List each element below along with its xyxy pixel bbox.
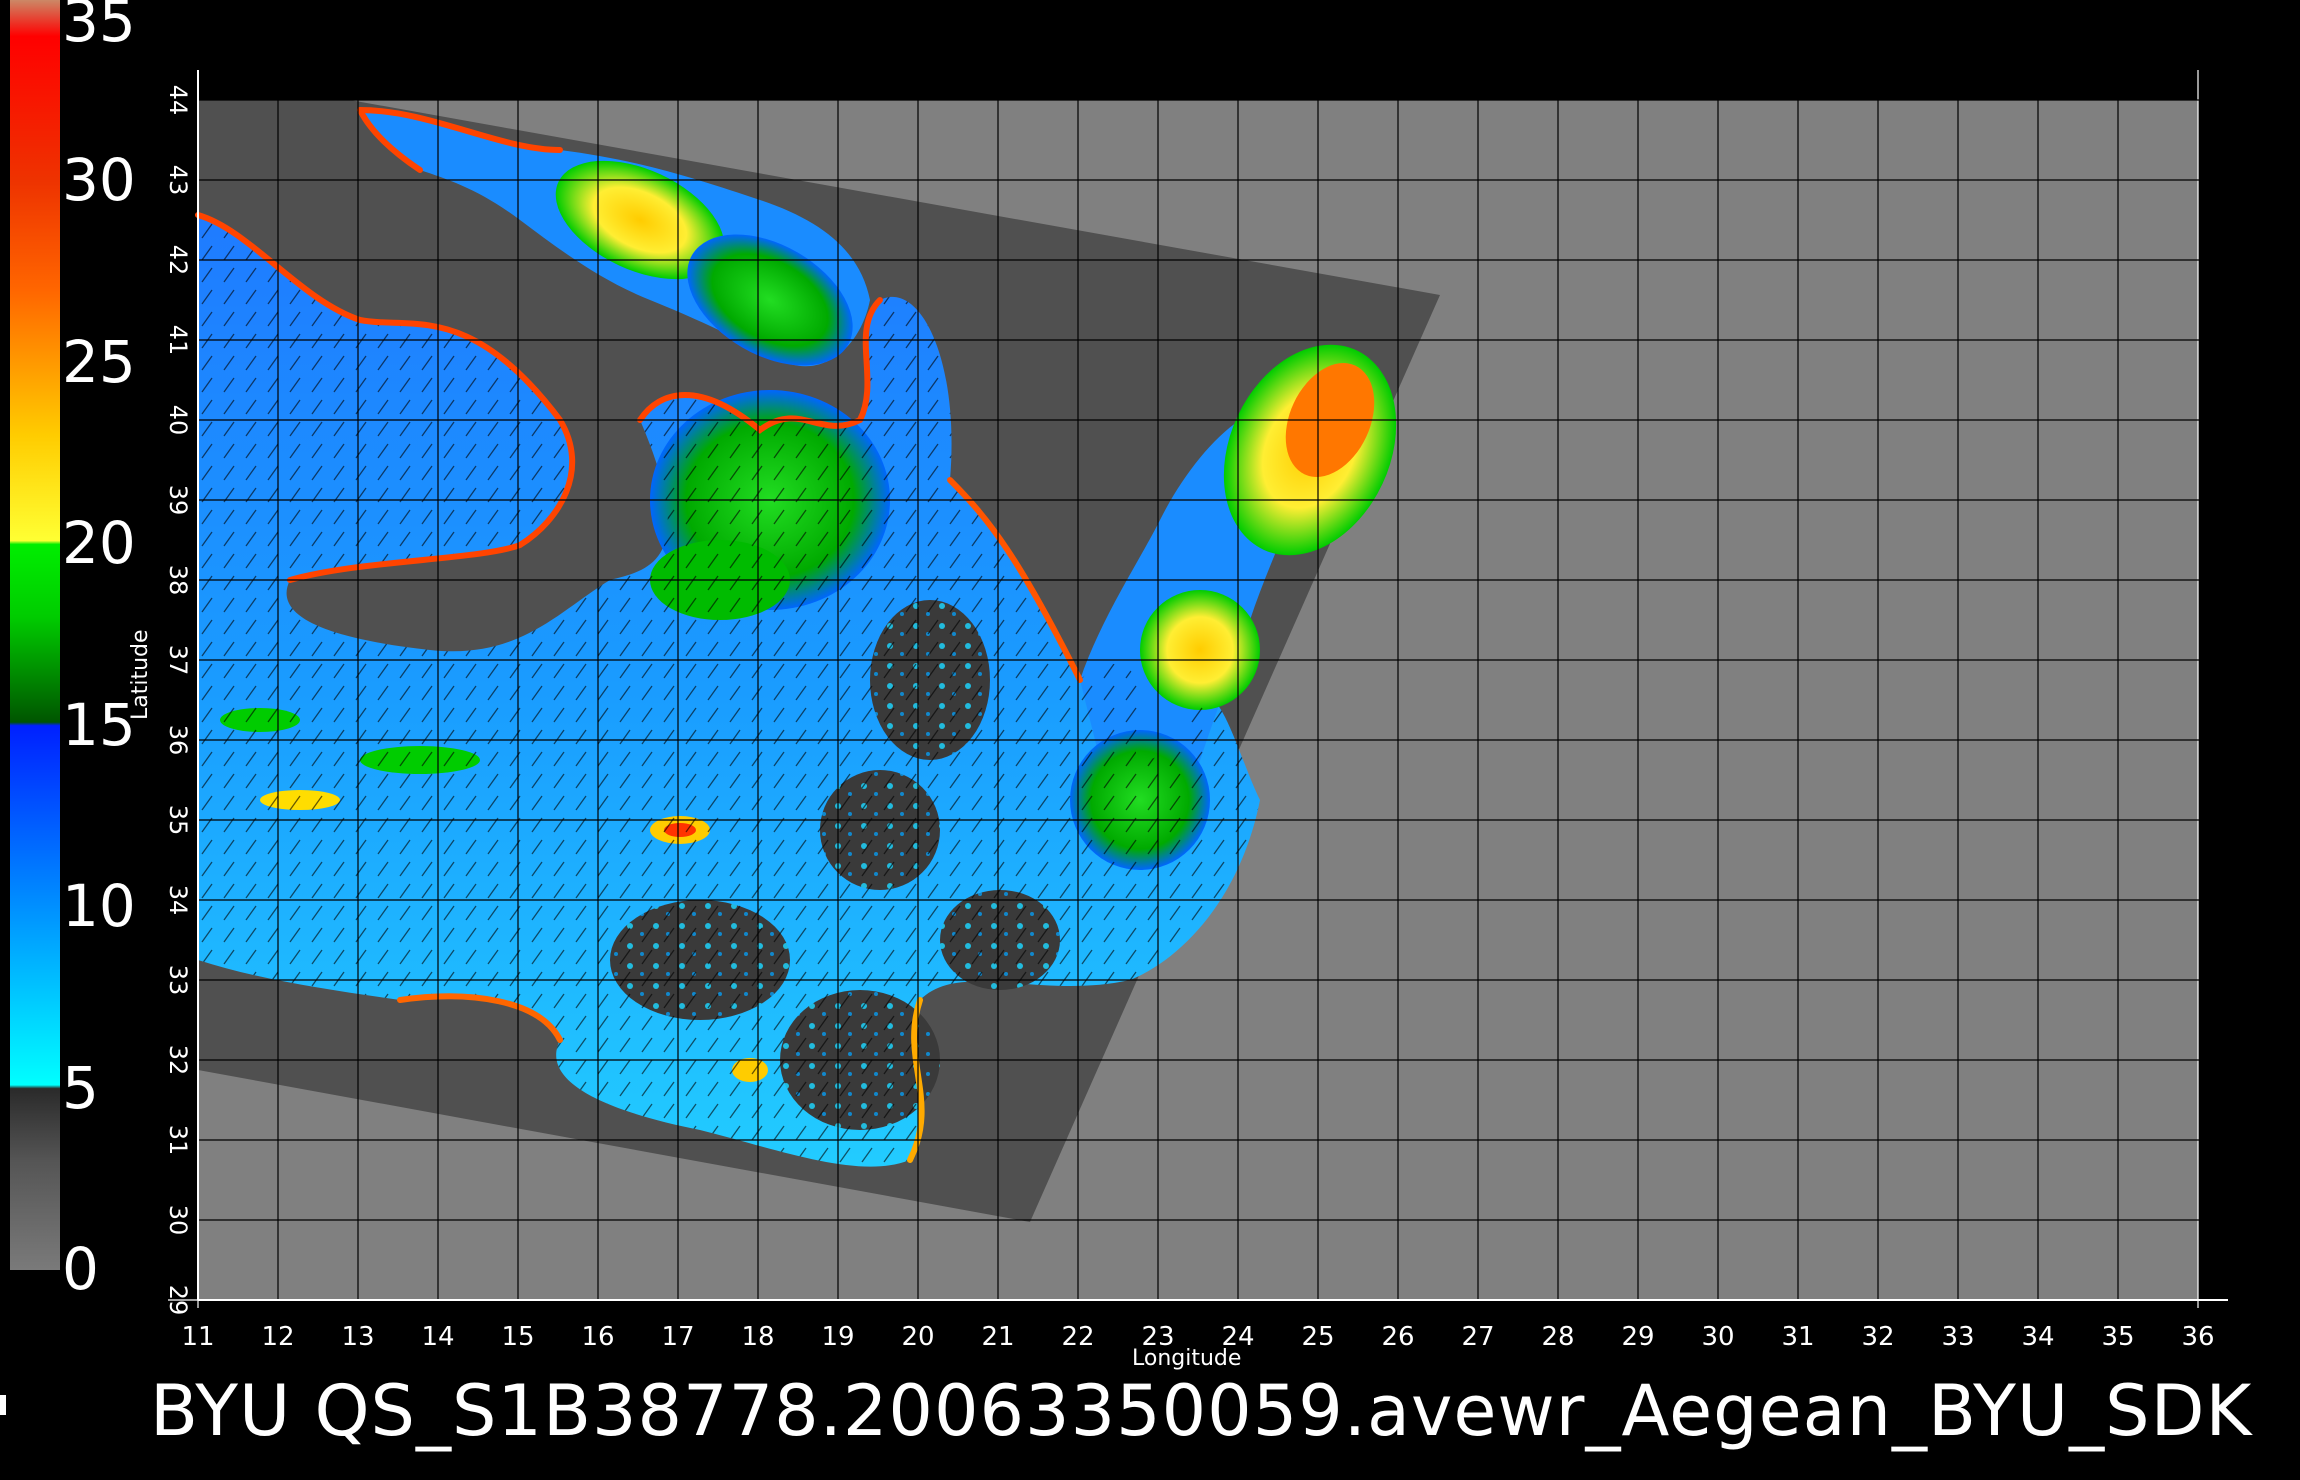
- longitude-tick-label: 19: [821, 1322, 854, 1352]
- longitude-tick-label: 34: [2021, 1322, 2054, 1352]
- latitude-tick-label: 35: [164, 805, 192, 836]
- longitude-tick-label: 33: [1941, 1322, 1974, 1352]
- longitude-tick-label: 36: [2181, 1322, 2214, 1352]
- longitude-tick-label: 14: [421, 1322, 454, 1352]
- latitude-ticks: 29 30 31 32 33 34 35 36 37 38 39 40 41 42 43 44: [164, 85, 192, 1316]
- longitude-tick-label: 20: [901, 1322, 934, 1352]
- longitude-tick-label: 11: [181, 1322, 214, 1352]
- longitude-tick-label: 29: [1621, 1322, 1654, 1352]
- longitude-tick-label: 21: [981, 1322, 1014, 1352]
- longitude-tick-label: 28: [1541, 1322, 1574, 1352]
- latitude-tick-label: 32: [164, 1045, 192, 1076]
- latitude-tick-label: 41: [164, 325, 192, 356]
- longitude-tick-label: 35: [2101, 1322, 2134, 1352]
- longitude-tick-label: 12: [261, 1322, 294, 1352]
- longitude-tick-label: 18: [741, 1322, 774, 1352]
- longitude-tick-label: 26: [1381, 1322, 1414, 1352]
- latitude-tick-label: 34: [164, 885, 192, 916]
- x-axis-title: Longitude: [1132, 1346, 1242, 1371]
- longitude-tick-label: 25: [1301, 1322, 1334, 1352]
- latitude-tick-label: 29: [164, 1285, 192, 1316]
- latitude-tick-label: 30: [164, 1205, 192, 1236]
- latitude-tick-label: 31: [164, 1125, 192, 1156]
- latitude-tick-label: 36: [164, 725, 192, 756]
- longitude-tick-label: 32: [1861, 1322, 1894, 1352]
- longitude-tick-label: 31: [1781, 1322, 1814, 1352]
- latitude-tick-label: 43: [164, 165, 192, 196]
- latitude-tick-label: 39: [164, 485, 192, 516]
- longitude-tick-label: 27: [1461, 1322, 1494, 1352]
- y-axis-title: Latitude: [128, 629, 153, 720]
- edge-marker: [0, 1395, 6, 1415]
- wind-speed-map: 11 12 13 14 15 16 17 18 19 20 21 22 23 24 25 26 27 28 29 30…: [164, 70, 2228, 1352]
- latitude-tick-label: 37: [164, 645, 192, 676]
- latitude-tick-label: 40: [164, 405, 192, 436]
- latitude-tick-label: 42: [164, 245, 192, 276]
- latitude-tick-label: 33: [164, 965, 192, 996]
- file-caption: BYU QS_S1B38778.20063350059.avewr_Aegean…: [150, 1370, 2253, 1452]
- longitude-tick-label: 15: [501, 1322, 534, 1352]
- longitude-tick-label: 16: [581, 1322, 614, 1352]
- latitude-tick-label: 38: [164, 565, 192, 596]
- longitude-tick-label: 30: [1701, 1322, 1734, 1352]
- longitude-tick-label: 17: [661, 1322, 694, 1352]
- longitude-tick-label: 13: [341, 1322, 374, 1352]
- longitude-tick-label: 22: [1061, 1322, 1094, 1352]
- latitude-tick-label: 44: [164, 85, 192, 116]
